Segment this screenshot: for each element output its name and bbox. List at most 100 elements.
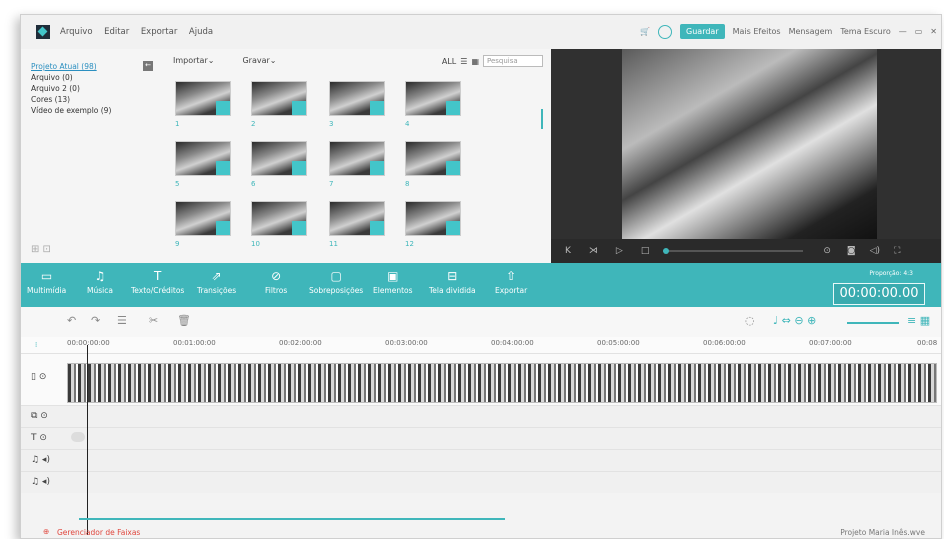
thumb-number: 5	[175, 180, 180, 188]
library-item[interactable]: Arquivo (0)	[21, 72, 153, 83]
import-dropdown[interactable]: Importar	[173, 56, 208, 65]
menu-arquivo[interactable]: Arquivo	[60, 27, 93, 37]
adjust-icon[interactable]: ☰	[117, 314, 127, 327]
preview-image	[622, 49, 877, 239]
undo-icon[interactable]: ↶	[67, 314, 76, 327]
fullscreen-icon[interactable]: ⛶	[894, 246, 900, 256]
audio-track: ♫ ◂)	[21, 471, 941, 493]
aspect-ratio-label[interactable]: Proporção: 4:3	[869, 270, 913, 277]
dark-theme-link[interactable]: Tema Escuro	[840, 27, 890, 36]
play-icon[interactable]: ▷	[616, 246, 623, 256]
pip-track: ⧉ ⊙	[21, 405, 941, 427]
thumb-number: 4	[405, 120, 410, 128]
tab-sobreposicoes[interactable]: ▢ Sobreposições	[309, 269, 363, 295]
transition-icon: ⇗	[211, 269, 222, 283]
grid-view-icon[interactable]: ▦	[471, 57, 479, 66]
volume-icon[interactable]: ◁)	[870, 246, 880, 256]
restore-icon[interactable]: ▭	[915, 27, 923, 36]
media-thumbnail[interactable]	[329, 141, 385, 176]
media-thumbnail[interactable]	[329, 201, 385, 236]
new-folder-icon[interactable]: ⊞ ⊡	[31, 244, 51, 255]
close-icon[interactable]: ✕	[930, 27, 937, 36]
track-layout-icon[interactable]: ≡ ▦	[907, 314, 930, 327]
ruler-tick: 00:06:00:00	[703, 339, 746, 347]
title-bar: Arquivo Editar Exportar Ajuda 🛒 Guardar …	[21, 15, 941, 49]
media-thumbnail[interactable]	[251, 201, 307, 236]
collapse-icon[interactable]: ←	[143, 61, 153, 71]
ruler-tick: 00:02:00:00	[279, 339, 322, 347]
tab-musica[interactable]: ♫ Música	[87, 269, 113, 295]
snapshot-icon[interactable]: ◙	[847, 246, 856, 256]
minimize-icon[interactable]: —	[899, 27, 907, 36]
video-clip[interactable]	[67, 363, 937, 403]
library-item[interactable]: Arquivo 2 (0)	[21, 83, 153, 94]
all-filter[interactable]: ALL	[442, 57, 456, 66]
tab-elementos[interactable]: ▣ Elementos	[373, 269, 413, 295]
message-link[interactable]: Mensagem	[789, 27, 833, 36]
tab-transicoes[interactable]: ⇗ Transições	[197, 269, 236, 295]
media-thumbnail[interactable]	[175, 201, 231, 236]
elements-icon: ▣	[387, 269, 399, 283]
tab-filtros[interactable]: ⊘ Filtros	[265, 269, 287, 295]
library-item[interactable]: Projeto Atual (98)	[21, 61, 153, 72]
tab-tela-dividida[interactable]: ⊟ Tela dividida	[429, 269, 476, 295]
save-button[interactable]: Guardar	[680, 24, 725, 39]
media-scrollbar[interactable]	[541, 109, 543, 129]
snap-icon[interactable]: ⁞	[35, 341, 37, 349]
render-icon[interactable]: ◌	[745, 314, 755, 327]
feature-tab-bar: ▭ Multimídia ♫ Música T Texto/Créditos ⇗ Tra…	[21, 263, 941, 307]
media-thumbnail[interactable]	[405, 141, 461, 176]
media-thumbnail[interactable]	[251, 81, 307, 116]
zoom-slider[interactable]	[847, 322, 899, 324]
app-logo	[36, 25, 50, 39]
next-frame-icon[interactable]: ⋊	[589, 246, 598, 256]
account-icon[interactable]	[658, 24, 673, 39]
delete-icon[interactable]: 🗑	[177, 314, 191, 327]
record-dropdown[interactable]: Gravar	[242, 56, 269, 65]
track-manager-link[interactable]: Gerenciador de Faixas	[57, 528, 140, 537]
player-controls: K ⋊ ▷ □ ⊙ ◙ ◁) ⛶	[551, 239, 941, 263]
menu-editar[interactable]: Editar	[104, 27, 129, 37]
thumb-number: 7	[329, 180, 334, 188]
tab-exportar[interactable]: ⇧ Exportar	[495, 269, 527, 295]
more-effects-link[interactable]: Mais Efeitos	[733, 27, 781, 36]
playback-slider[interactable]	[663, 248, 804, 254]
search-input[interactable]: Pesquisa	[483, 55, 543, 67]
overlay-icon: ▢	[330, 269, 342, 283]
media-thumbnail[interactable]	[405, 81, 461, 116]
media-thumbnail[interactable]	[405, 201, 461, 236]
tab-texto[interactable]: T Texto/Créditos	[131, 269, 184, 295]
tab-multimidia[interactable]: ▭ Multimídia	[27, 269, 66, 295]
media-thumbnail[interactable]	[175, 141, 231, 176]
media-thumbnail[interactable]	[251, 141, 307, 176]
library-item[interactable]: Cores (13)	[21, 94, 153, 105]
library-panel: Projeto Atual (98) Arquivo (0) Arquivo 2…	[21, 49, 153, 263]
text-clip-marker[interactable]	[71, 432, 85, 442]
cut-icon[interactable]: ✂	[149, 314, 158, 327]
redo-icon[interactable]: ↷	[91, 314, 100, 327]
thumb-number: 6	[251, 180, 256, 188]
menu-ajuda[interactable]: Ajuda	[189, 27, 213, 37]
app-window: Arquivo Editar Exportar Ajuda 🛒 Guardar …	[20, 14, 942, 539]
library-item[interactable]: Vídeo de exemplo (9)	[21, 105, 153, 116]
timeline-scrollbar[interactable]	[79, 518, 505, 520]
track-manager-icon[interactable]: ⊕	[43, 527, 49, 536]
menu-exportar[interactable]: Exportar	[141, 27, 178, 37]
ruler-tick: 00:08	[917, 339, 938, 347]
stop-icon[interactable]: □	[641, 246, 650, 256]
thumb-number: 11	[329, 240, 338, 248]
list-view-icon[interactable]: ☰	[460, 57, 467, 66]
thumb-number: 9	[175, 240, 180, 248]
video-track-icon: ▯ ⊙	[31, 372, 47, 382]
media-thumbnail[interactable]	[175, 81, 231, 116]
chevron-down-icon[interactable]: ⌄	[208, 56, 215, 65]
chevron-down-icon[interactable]: ⌄	[270, 56, 277, 65]
cart-icon[interactable]: 🛒	[640, 27, 650, 36]
media-thumbnail[interactable]	[329, 81, 385, 116]
audio-mixer-icon[interactable]: ♩ ⇔ ⊖ ⊕	[773, 314, 816, 327]
marker-icon[interactable]: ⊙	[823, 246, 831, 256]
timeline-ruler[interactable]: ⁞ 00:00:00:00 00:01:00:00 00:02:00:00 00…	[21, 337, 941, 353]
playhead[interactable]	[87, 345, 88, 535]
media-panel: Importar ⌄ Gravar ⌄ ALL ☰ ▦ Pesquisa 1 2…	[153, 49, 551, 263]
prev-frame-icon[interactable]: K	[565, 246, 571, 256]
